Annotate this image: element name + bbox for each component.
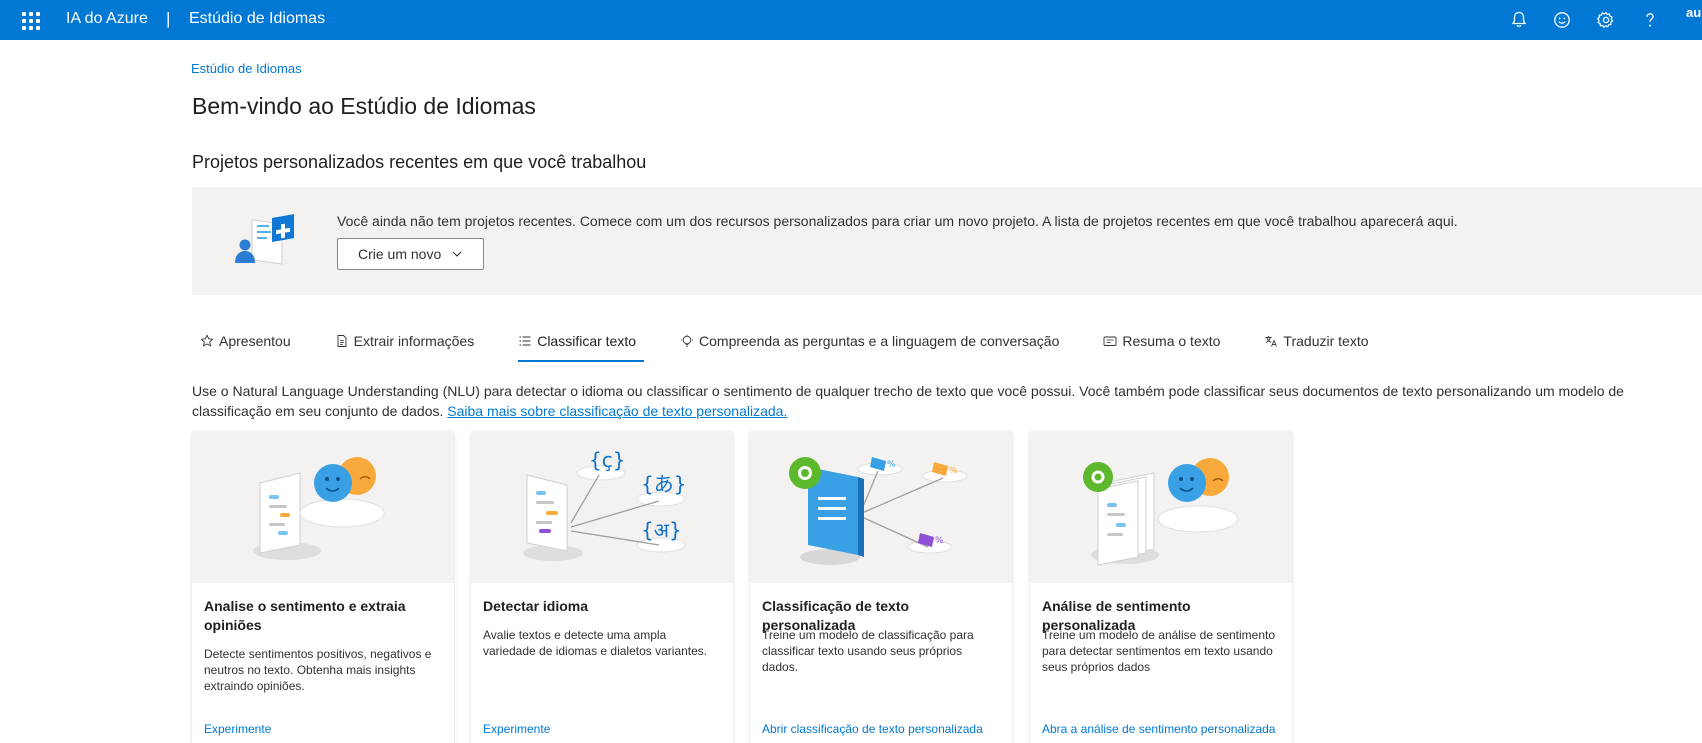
- tab-label: Traduzir texto: [1283, 333, 1369, 349]
- document-icon: [335, 334, 349, 348]
- open-custom-classification-link[interactable]: Abrir classificação de texto personaliza…: [762, 722, 983, 736]
- create-new-button[interactable]: Crie um novo: [337, 238, 484, 270]
- star-icon: [200, 334, 214, 348]
- brand-link[interactable]: IA do Azure: [66, 10, 148, 28]
- card-title: Analise o sentimento e extraia opiniões: [204, 598, 406, 633]
- list-icon: [518, 334, 532, 348]
- tab-label: Apresentou: [219, 333, 291, 349]
- card-detect-language[interactable]: {ç} {あ} {अ} Detectar idioma Avalie texto…: [471, 431, 733, 743]
- help-question-icon[interactable]: [1639, 9, 1661, 31]
- card-sentiment-analysis[interactable]: Analise o sentimento e extraia opiniões …: [192, 431, 454, 743]
- translate-icon: [1264, 334, 1278, 348]
- breadcrumb[interactable]: Estúdio de Idiomas: [191, 61, 302, 76]
- svg-text:%: %: [887, 460, 896, 470]
- app-launcher-icon[interactable]: [22, 12, 40, 30]
- feature-tabs: Apresentou Extrair informações Classific…: [192, 322, 1405, 362]
- tab-classify-text[interactable]: Classificar texto: [510, 322, 644, 362]
- tab-label: Extrair informações: [353, 333, 475, 349]
- card-custom-text-classification[interactable]: % % % Classificação de texto personaliza…: [750, 431, 1012, 743]
- tab-extract-information[interactable]: Extrair informações: [327, 322, 483, 360]
- product-name-link[interactable]: Estúdio de Idiomas: [189, 10, 325, 28]
- svg-text:%: %: [949, 466, 958, 476]
- recent-projects-empty-banner: Você ainda não tem projetos recentes. Co…: [192, 187, 1702, 295]
- tab-conversational-language[interactable]: Compreenda as perguntas e a linguagem de…: [672, 322, 1067, 360]
- language-detection-illustration-icon: {ç} {あ} {अ}: [471, 431, 733, 583]
- card-custom-sentiment-analysis[interactable]: Análise de sentimento personalizada Trei…: [1030, 431, 1292, 743]
- svg-text:{あ}: {あ}: [641, 472, 686, 496]
- empty-state-message: Você ainda não tem projetos recentes. Co…: [337, 213, 1458, 229]
- chevron-down-icon: [452, 251, 462, 257]
- page-title: Bem-vindo ao Estúdio de Idiomas: [192, 93, 536, 119]
- create-new-label: Crie um novo: [358, 246, 442, 262]
- notifications-bell-icon[interactable]: [1508, 9, 1530, 31]
- try-it-link[interactable]: Experimente: [483, 722, 550, 736]
- new-project-illustration-icon: [232, 211, 304, 271]
- learn-more-link[interactable]: Saiba mais sobre classificação de texto …: [447, 403, 787, 419]
- custom-classification-illustration-icon: % % %: [750, 431, 1012, 583]
- card-title: Detectar idioma: [483, 598, 589, 614]
- custom-sentiment-illustration-icon: [1030, 431, 1292, 583]
- tab-label: Compreenda as perguntas e a linguagem de…: [699, 333, 1060, 349]
- brand-separator: |: [166, 9, 171, 28]
- settings-gear-icon[interactable]: [1595, 9, 1617, 31]
- tab-summarize-text[interactable]: Resuma o texto: [1095, 322, 1228, 360]
- summary-icon: [1103, 334, 1117, 348]
- card-description: Treine um modelo de classificação para c…: [762, 628, 974, 674]
- chat-bulb-icon: [680, 334, 694, 348]
- tab-label: Classificar texto: [537, 333, 637, 349]
- tab-description-text: Use o Natural Language Understanding (NL…: [192, 383, 1624, 419]
- open-custom-sentiment-link[interactable]: Abra a análise de sentimento personaliza…: [1042, 722, 1275, 736]
- feedback-smiley-icon[interactable]: [1551, 9, 1573, 31]
- svg-text:{ç}: {ç}: [589, 448, 625, 472]
- svg-text:{अ}: {अ}: [641, 518, 682, 542]
- tab-description: Use o Natural Language Understanding (NL…: [192, 381, 1694, 421]
- tab-label: Resuma o texto: [1122, 333, 1221, 349]
- svg-text:%: %: [935, 536, 944, 546]
- top-bar: IA do Azure | Estúdio de Idiomas au: [0, 0, 1702, 40]
- card-description: Treine um modelo de análise de sentiment…: [1042, 628, 1276, 674]
- tab-featured[interactable]: Apresentou: [192, 322, 299, 360]
- tab-translate-text[interactable]: Traduzir texto: [1256, 322, 1376, 360]
- user-avatar[interactable]: au: [1686, 5, 1701, 20]
- card-description: Avalie textos e detecte uma ampla varied…: [483, 628, 708, 658]
- sentiment-illustration-icon: [192, 431, 454, 583]
- card-description: Detecte sentimentos positivos, negativos…: [204, 647, 432, 693]
- try-it-link[interactable]: Experimente: [204, 722, 271, 736]
- recent-projects-title: Projetos personalizados recentes em que …: [192, 152, 647, 172]
